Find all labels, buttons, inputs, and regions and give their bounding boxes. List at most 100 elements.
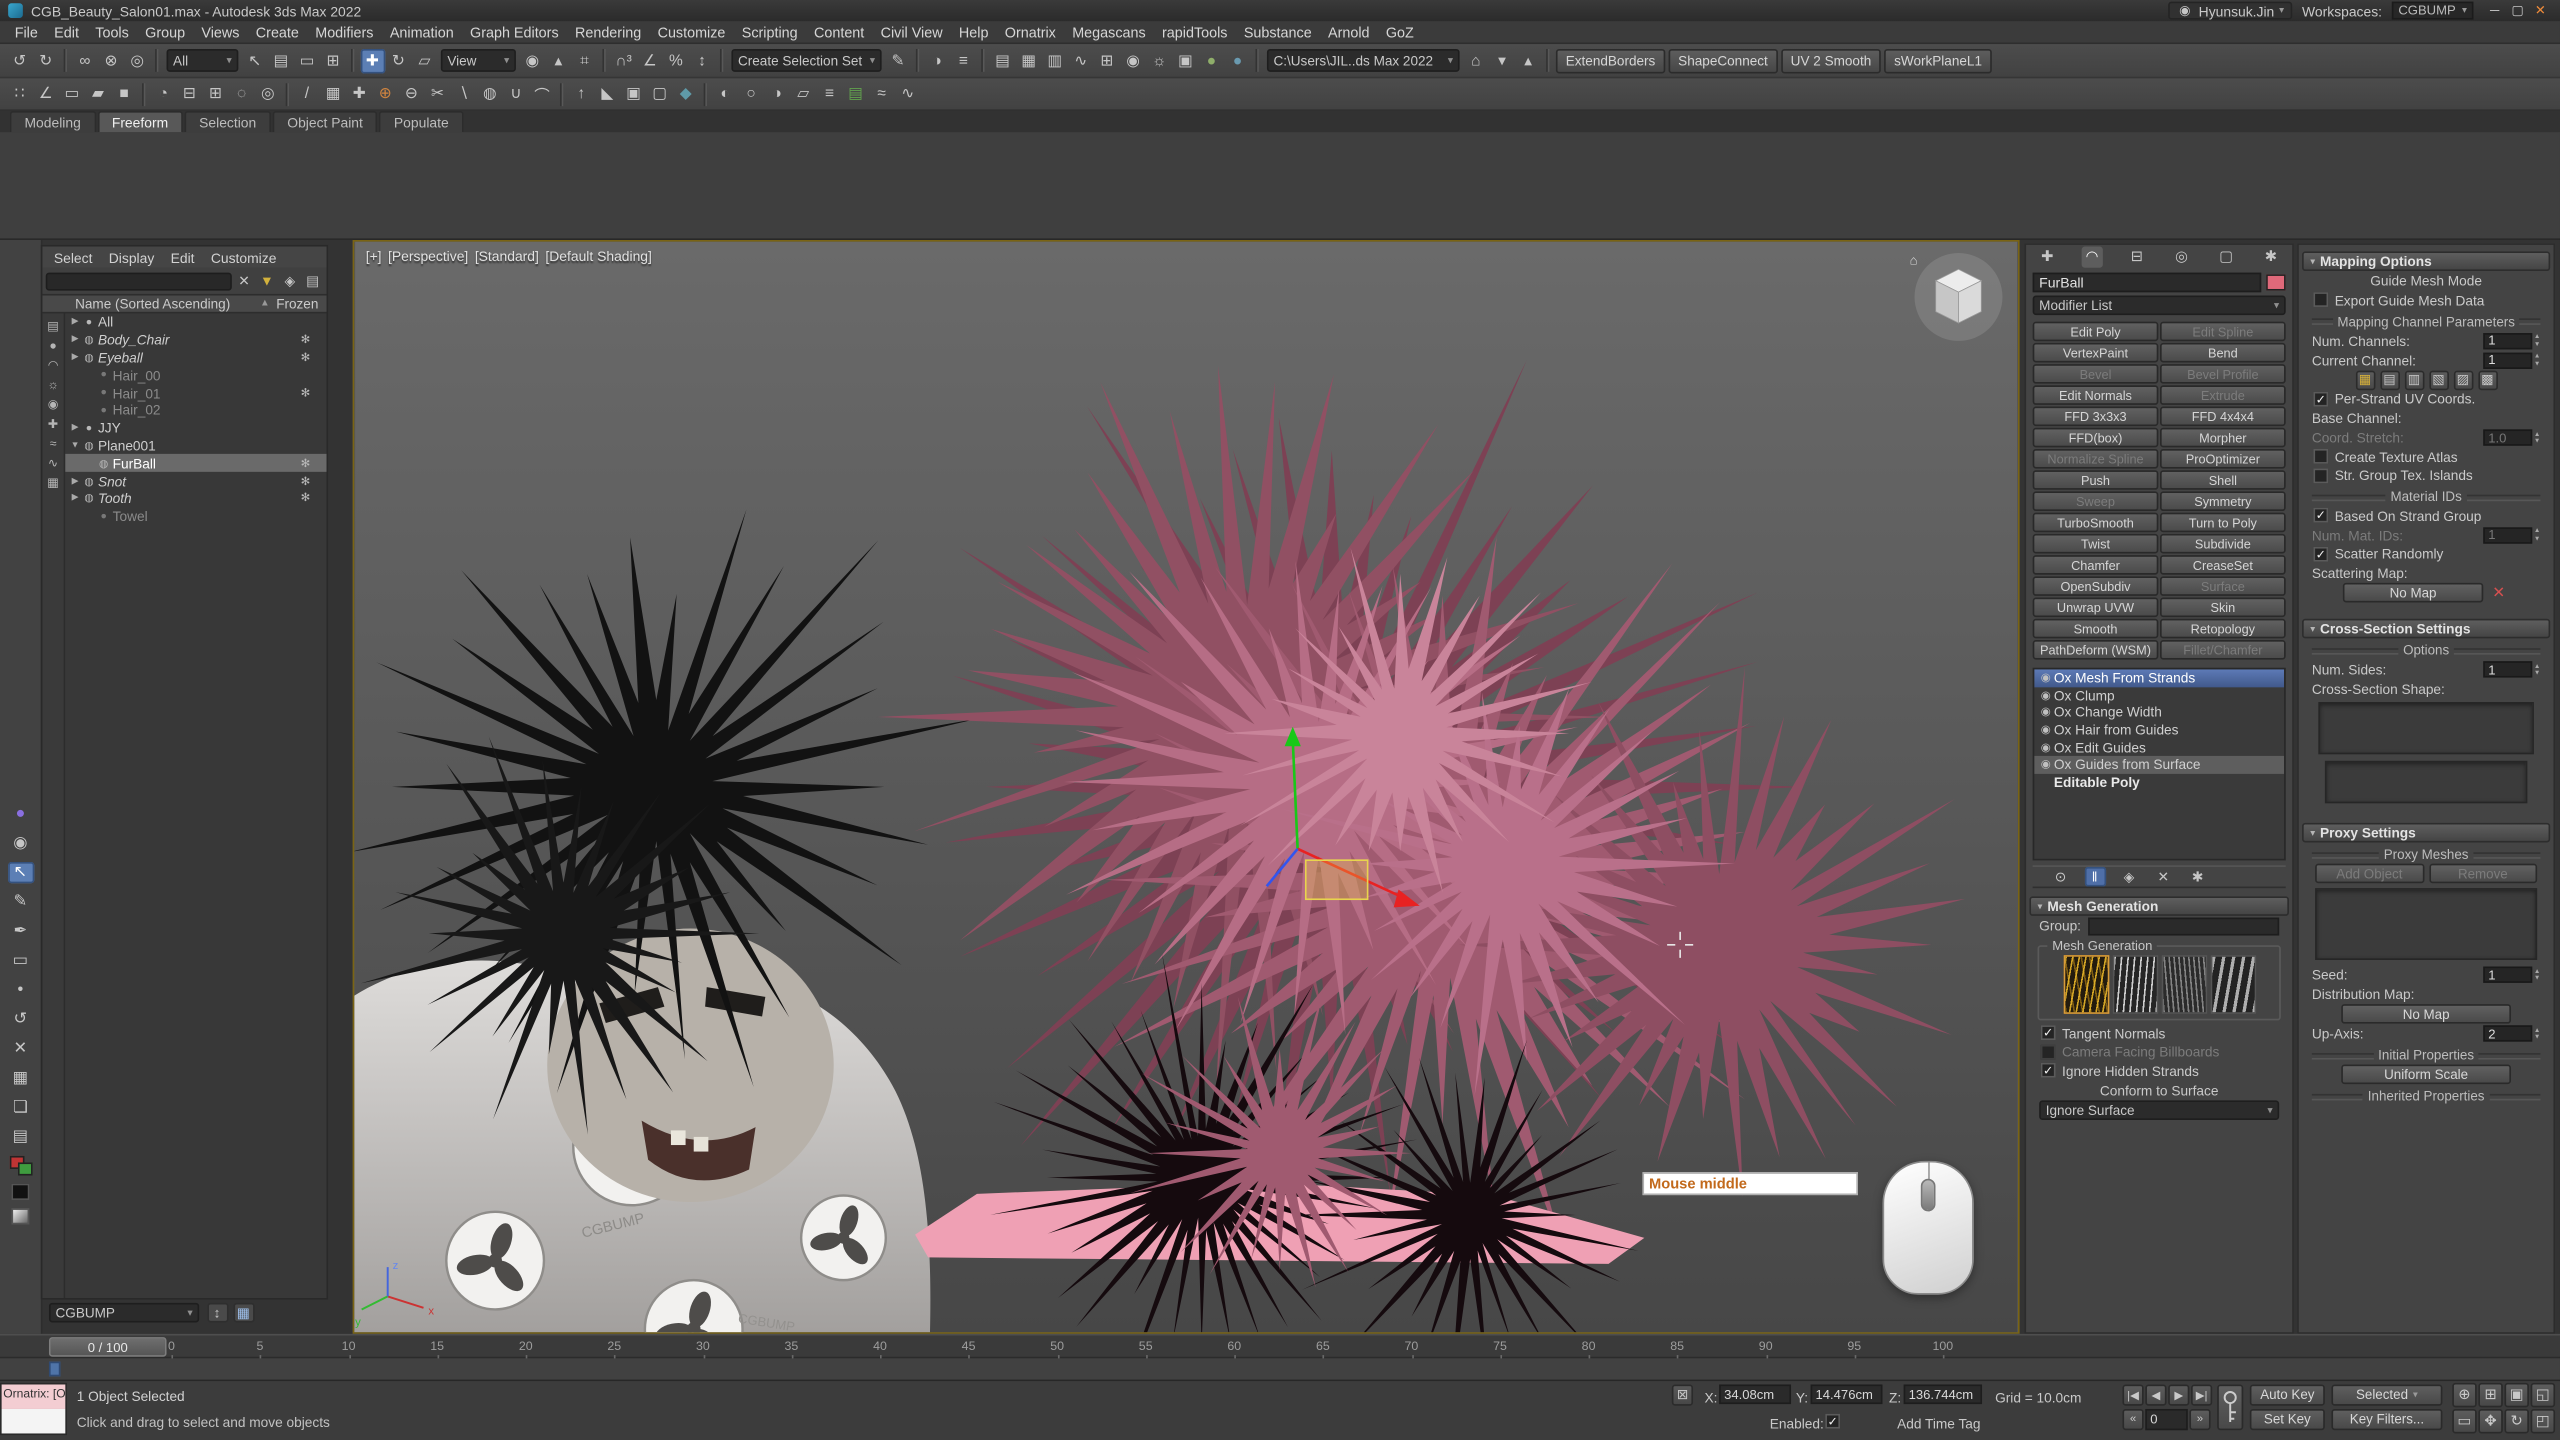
filter-geometry-icon[interactable]: ● [44,336,62,352]
strand-preset-thumbnail-3[interactable] [2161,955,2207,1014]
explorer-row-hair-00[interactable]: ●Hair_00 [65,366,326,384]
explorer-row-all[interactable]: ▶●All [65,313,326,331]
select-and-manipulate-icon[interactable]: ▴ [546,48,570,72]
explorer-row-furball[interactable]: ◍FurBall✻ [65,454,326,472]
distribution-no-map-button[interactable]: No Map [2341,1004,2511,1024]
remove-button[interactable]: Remove [2429,864,2538,884]
coord-stretch-spinner[interactable]: 1.0 ▲▼ [2483,429,2540,445]
angle-snap-icon[interactable]: ∠ [638,48,662,72]
minimize-button[interactable]: ─ [2484,2,2505,20]
render-iterative-icon[interactable]: ● [1225,48,1249,72]
zoom-region-icon[interactable]: ▭ [2452,1409,2476,1433]
view-align-icon[interactable]: ≡ [817,82,841,106]
spinner-arrows-icon[interactable]: ▲▼ [2534,430,2540,445]
menu-substance[interactable]: Substance [1236,20,1320,43]
explorer-menu-edit[interactable]: Edit [162,249,202,265]
extrude-modifier-button[interactable]: Extrude [2160,385,2286,405]
skin-modifier-button[interactable]: Skin [2160,598,2286,618]
num-sides-value[interactable]: 1 [2483,661,2532,677]
mesh-generation-rollout-header[interactable]: ▾ Mesh Generation [2029,896,2289,916]
hide-selected-icon[interactable]: ◐ [713,82,737,106]
shrink-selection-icon[interactable]: ⊟ [177,82,201,106]
ignore-hidden-strands-checkbox[interactable]: ✓ [2041,1063,2056,1078]
frozen-toggle-icon[interactable]: ✻ [301,351,311,364]
undo-stroke-icon[interactable]: ↺ [7,1009,33,1030]
filter-cameras-icon[interactable]: ◉ [44,395,62,411]
ffd-3x3x3-modifier-button[interactable]: FFD 3x3x3 [2033,407,2159,427]
curve-editor-icon[interactable]: ∿ [1069,48,1093,72]
set-keys-button[interactable] [2217,1384,2243,1430]
weld-icon[interactable]: ∪ [504,82,528,106]
channel-info-icon[interactable]: ▩ [2478,370,2498,390]
current-frame-field[interactable]: 0 [2145,1409,2187,1430]
clear-search-icon[interactable]: ✕ [234,271,254,291]
menu-tools[interactable]: Tools [87,20,137,43]
vertexpaint-modifier-button[interactable]: VertexPaint [2033,343,2159,363]
explorer-sort-icon[interactable]: ▤ [44,317,62,333]
explorer-row-towel[interactable]: ●Towel [65,507,326,525]
polygon-subobject-icon[interactable]: ▰ [86,82,110,106]
maximize-viewport-icon[interactable]: ◰ [2531,1409,2555,1433]
explorer-row-snot[interactable]: ▶◍Snot✻ [65,472,326,490]
menu-civil-view[interactable]: Civil View [872,20,950,43]
num-mat-ids-spinner[interactable]: 1 ▲▼ [2483,527,2540,543]
bevel-icon[interactable]: ◣ [595,82,619,106]
based-on-strand-group-row[interactable]: ✓ Based On Strand Group [2302,506,2550,525]
ribbon-tab-modeling[interactable]: Modeling [10,111,96,132]
select-object-icon[interactable]: ↖ [242,48,266,72]
modifier-visibility-icon[interactable]: ◉ [2038,672,2054,685]
edit-poly-modifier-button[interactable]: Edit Poly [2033,322,2159,342]
filter-helpers-icon[interactable]: ✚ [44,415,62,431]
viewport-canvas[interactable]: CGBUMPCGBUMP⌂xyz [354,242,2018,1333]
zoom-all-icon[interactable]: ⊞ [2478,1383,2502,1407]
expand-arrow-icon[interactable]: ▼ [69,441,82,451]
coord-stretch-value[interactable]: 1.0 [2483,429,2532,445]
outline-icon[interactable]: ▢ [647,82,671,106]
ribbon-toggle-icon[interactable]: ▥ [1042,48,1066,72]
modify-tab-icon[interactable]: ◠ [2081,247,2102,268]
cgbump-preset-dropdown[interactable]: CGBUMP ▾ [49,1303,199,1323]
conform-surface-dropdown[interactable]: Ignore Surface ▾ [2039,1100,2279,1120]
chamfer-icon[interactable]: ◆ [673,82,697,106]
ribbon-tab-freeform[interactable]: Freeform [97,111,183,132]
unlink-selection-icon[interactable]: ⊗ [99,48,123,72]
edit-normals-modifier-button[interactable]: Edit Normals [2033,385,2159,405]
mapping-options-rollout-header[interactable]: ▾ Mapping Options [2302,251,2550,271]
zoom-extents-icon[interactable]: ▣ [2504,1383,2528,1407]
bevel-profile-modifier-button[interactable]: Bevel Profile [2160,364,2286,384]
preserve-uvs-icon[interactable]: ▦ [321,82,345,106]
channel-paste-icon[interactable]: ▥ [2404,370,2424,390]
rectangular-selection-region-icon[interactable]: ▭ [295,48,319,72]
object-name-field[interactable]: FurBall [2033,272,2262,292]
fillet-chamfer-modifier-button[interactable]: Fillet/Chamfer [2160,640,2286,660]
motion-tab-icon[interactable]: ◎ [2171,247,2192,268]
name-column-header[interactable]: Name (Sorted Ascending) [75,296,230,312]
soft-selection-icon[interactable]: ◔ [151,82,175,106]
cross-section-shape-preview[interactable] [2318,702,2534,754]
filter-shapes-icon[interactable]: ◠ [44,356,62,372]
cross-section-rollout-header[interactable]: ▾ Cross-Section Settings [2302,619,2550,639]
select-and-move-icon[interactable]: ✚ [360,48,384,72]
explorer-row-jjy[interactable]: ▶●JJY [65,419,326,437]
frozen-column-header[interactable]: Frozen [276,296,318,312]
menu-arnold[interactable]: Arnold [1320,20,1378,43]
workspace-dropdown[interactable]: CGBUMP ▾ [2392,2,2474,20]
lock-explorer-icon[interactable]: ◈ [280,271,300,291]
camera-facing-billboards-row[interactable]: Camera Facing Billboards [2029,1042,2289,1061]
delete-tool-icon[interactable]: ✕ [7,1038,33,1059]
group-input[interactable] [2088,917,2280,935]
undo-icon[interactable]: ↺ [7,48,31,72]
ignore-hidden-strands-row[interactable]: ✓Ignore Hidden Strands [2029,1061,2289,1080]
stack-ox-hair-from-guides[interactable]: ◉Ox Hair from Guides [2034,721,2284,738]
create-polygon-icon[interactable]: ✚ [347,82,371,106]
ignore-backfacing-icon[interactable]: ◑ [765,82,789,106]
stack-ox-clump[interactable]: ◉Ox Clump [2034,687,2284,704]
prooptimizer-modifier-button[interactable]: ProOptimizer [2160,449,2286,469]
turn-to-poly-modifier-button[interactable]: Turn to Poly [2160,513,2286,533]
explorer-menu-select[interactable]: Select [46,249,101,265]
align-icon[interactable]: ≡ [951,48,975,72]
ribbon-tab-object-paint[interactable]: Object Paint [273,111,378,132]
turbosmooth-modifier-button[interactable]: TurboSmooth [2033,513,2159,533]
keyboard-shortcut-override-icon[interactable]: ⌗ [572,48,596,72]
smooth-modifier-button[interactable]: Smooth [2033,619,2159,639]
